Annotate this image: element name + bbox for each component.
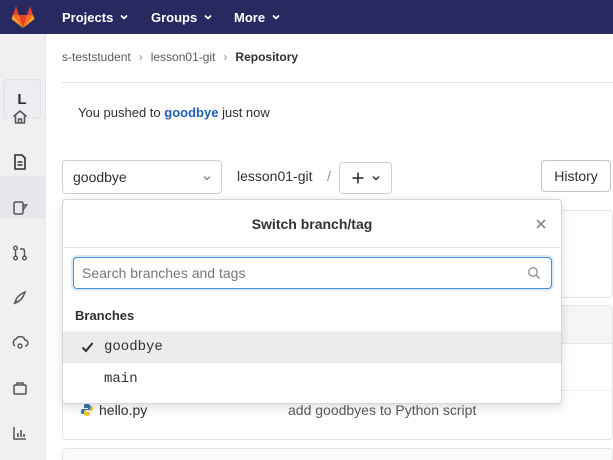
rocket-icon[interactable] [11, 289, 29, 307]
branch-search-input[interactable] [73, 257, 552, 289]
repo-path-link[interactable]: lesson01-git [237, 168, 313, 184]
breadcrumb-current[interactable]: Repository [235, 50, 298, 64]
nav-projects-label: Projects [62, 9, 114, 25]
project-sidebar: L [0, 34, 46, 460]
issues-icon[interactable] [11, 199, 29, 217]
document-icon[interactable] [11, 153, 29, 171]
package-icon[interactable] [11, 379, 29, 397]
breadcrumb-namespace[interactable]: s-teststudent [62, 50, 131, 64]
check-icon [81, 342, 94, 353]
merge-request-icon[interactable] [11, 244, 29, 262]
top-navbar: Projects Groups More [0, 0, 613, 34]
commit-message[interactable]: add goodbyes to Python script [288, 402, 476, 418]
branch-selector-value: goodbye [73, 169, 127, 185]
push-notice-branch-link[interactable]: goodbye [164, 105, 218, 120]
home-icon[interactable] [11, 108, 29, 126]
dropdown-title: Switch branch/tag [63, 200, 561, 248]
python-icon [81, 404, 93, 416]
gitlab-tanuki-icon[interactable] [10, 4, 36, 30]
branch-selector[interactable]: goodbye [62, 160, 222, 194]
breadcrumb-separator: › [138, 50, 143, 64]
divider [62, 82, 613, 83]
push-notice-suffix: just now [222, 105, 270, 120]
branches-section-label: Branches [75, 308, 135, 323]
search-icon [528, 267, 541, 280]
file-name[interactable]: hello.py [99, 402, 147, 418]
nav-more-label: More [234, 9, 266, 25]
readme-panel [62, 448, 613, 460]
nav-more[interactable]: More [234, 0, 281, 34]
add-to-tree-button[interactable] [339, 162, 392, 194]
history-button[interactable]: History [541, 160, 611, 192]
branch-option-main[interactable]: main [63, 363, 561, 395]
chevron-down-icon [272, 14, 280, 20]
chevron-down-icon [371, 175, 380, 181]
table-row[interactable]: hello.py [80, 402, 147, 418]
chevron-down-icon [204, 14, 212, 20]
chevron-down-icon [203, 176, 211, 181]
nav-projects[interactable]: Projects [62, 0, 129, 34]
push-notice-prefix: You pushed to [78, 105, 161, 120]
plus-icon [352, 172, 363, 184]
nav-groups-label: Groups [151, 9, 198, 25]
close-icon[interactable] [534, 217, 548, 231]
branch-option-goodbye[interactable]: goodbye [63, 331, 561, 363]
push-notice: You pushed to goodbye just now [78, 105, 270, 120]
branch-dropdown: Switch branch/tag Branches goodbye main [62, 199, 562, 404]
chevron-down-icon [120, 14, 128, 20]
breadcrumb-project[interactable]: lesson01-git [151, 50, 216, 64]
operations-icon[interactable] [11, 334, 29, 352]
analytics-icon[interactable] [11, 424, 29, 442]
nav-groups[interactable]: Groups [151, 0, 213, 34]
path-separator: / [327, 168, 331, 184]
breadcrumb: s-teststudent › lesson01-git › Repositor… [62, 50, 298, 64]
branch-option-label: main [104, 371, 138, 387]
breadcrumb-separator: › [223, 50, 228, 64]
branch-option-label: goodbye [104, 339, 163, 355]
